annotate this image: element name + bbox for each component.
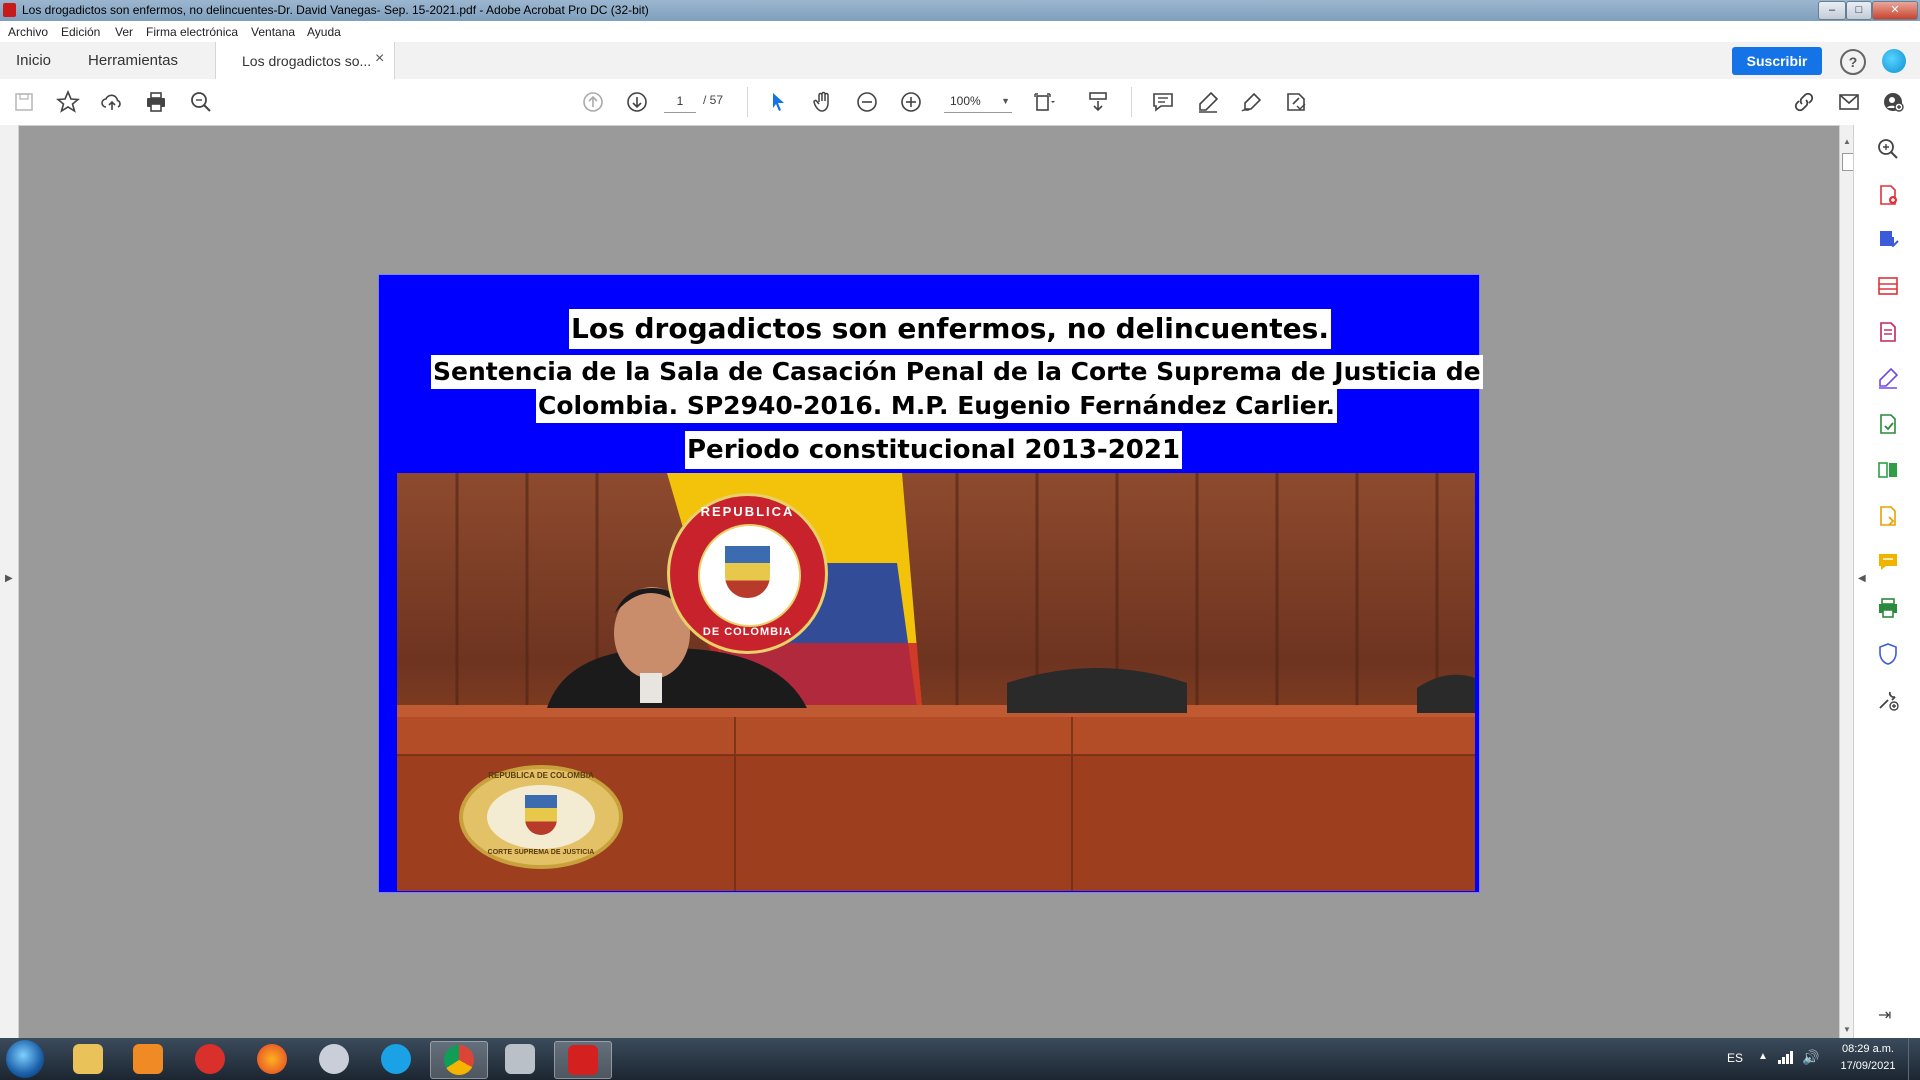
volume-icon[interactable]: 🔊 xyxy=(1802,1049,1819,1066)
save-icon[interactable] xyxy=(10,88,38,116)
zoom-out-icon[interactable] xyxy=(853,88,881,116)
chevron-down-icon: ▼ xyxy=(1001,96,1010,106)
tab-document[interactable]: Los drogadictos so... × xyxy=(215,42,395,79)
flag-seal-emblem: REPUBLICA DE COLOMBIA xyxy=(667,493,828,654)
compare-files-icon[interactable] xyxy=(1876,458,1900,482)
menu-ventana[interactable]: Ventana xyxy=(251,25,295,39)
cloud-upload-icon[interactable] xyxy=(98,88,126,116)
help-icon[interactable]: ? xyxy=(1840,49,1866,75)
acrobat-icon xyxy=(3,3,16,17)
subscribe-button[interactable]: Suscribir xyxy=(1732,47,1822,75)
more-tools-icon[interactable] xyxy=(1876,688,1900,712)
add-user-icon[interactable] xyxy=(1879,88,1907,116)
scroll-mode-icon[interactable] xyxy=(1084,88,1112,116)
flag-seal-text-top: REPUBLICA xyxy=(700,504,795,519)
hand-tool-icon[interactable] xyxy=(809,88,837,116)
menu-ver[interactable]: Ver xyxy=(115,25,133,39)
court-seal-text-top: REPUBLICA DE COLOMBIA xyxy=(488,771,594,780)
menu-ayuda[interactable]: Ayuda xyxy=(307,25,341,39)
taskbar-firefox[interactable] xyxy=(244,1041,300,1077)
export-pdf-icon[interactable] xyxy=(1876,228,1900,252)
send-for-signature-icon[interactable] xyxy=(1876,412,1900,436)
main-toolbar: 1 / 57 100% ▼ xyxy=(0,79,1920,126)
taskbar-explorer[interactable] xyxy=(60,1041,116,1077)
tab-close-icon[interactable]: × xyxy=(375,50,384,68)
menu-edicion[interactable]: Edición xyxy=(61,25,100,39)
menu-archivo[interactable]: Archivo xyxy=(8,25,48,39)
document-line-3: Colombia. SP2940-2016. M.P. Eugenio Fern… xyxy=(536,389,1338,423)
edit-pdf-icon[interactable] xyxy=(1876,320,1900,344)
comment-tool-icon[interactable] xyxy=(1876,550,1900,574)
scroll-down-icon[interactable]: ▼ xyxy=(1843,1025,1851,1034)
next-page-icon[interactable] xyxy=(623,88,651,116)
fit-page-icon[interactable] xyxy=(1030,88,1058,116)
windows-taskbar: ES ▲ 🔊 08:29 a.m. 17/09/2021 xyxy=(0,1038,1920,1080)
clock-date[interactable]: 17/09/2021 xyxy=(1832,1060,1904,1072)
taskbar-acrobat[interactable] xyxy=(554,1041,612,1079)
panel-collapse-arrow-icon[interactable]: ⇥ xyxy=(1878,1005,1891,1025)
zoom-level-value: 100% xyxy=(950,94,981,108)
link-icon[interactable] xyxy=(1790,88,1818,116)
maximize-button[interactable]: □ xyxy=(1846,1,1872,20)
taskbar-printer[interactable] xyxy=(492,1041,548,1077)
sign-icon[interactable] xyxy=(1238,88,1266,116)
taskbar-chrome[interactable] xyxy=(430,1041,488,1079)
court-seal-emblem: REPUBLICA DE COLOMBIA CORTE SUPREMA DE J… xyxy=(459,765,623,869)
previous-page-icon[interactable] xyxy=(579,88,607,116)
print-production-icon[interactable] xyxy=(1876,596,1900,620)
zoom-search-icon[interactable] xyxy=(1876,137,1900,161)
protect-shield-icon[interactable] xyxy=(1876,642,1900,666)
courtroom-photo: REPUBLICA DE COLOMBIA REPUBLICA DE COLOM… xyxy=(397,473,1475,891)
expand-left-panel-icon[interactable]: ▶ xyxy=(5,573,13,584)
menu-firma-electronica[interactable]: Firma electrónica xyxy=(146,25,238,39)
window-title: Los drogadictos son enfermos, no delincu… xyxy=(22,3,649,17)
language-indicator[interactable]: ES xyxy=(1727,1051,1743,1065)
vertical-scrollbar[interactable]: ▲ ▼ xyxy=(1839,125,1854,1038)
page-total: / 57 xyxy=(703,93,724,107)
flag-seal-text-bottom: DE COLOMBIA xyxy=(702,626,793,638)
taskbar-media-player[interactable] xyxy=(120,1041,176,1077)
combine-files-icon[interactable] xyxy=(1876,504,1900,528)
show-desktop-button[interactable] xyxy=(1908,1038,1920,1080)
tab-inicio[interactable]: Inicio xyxy=(16,52,51,69)
taskbar-tool[interactable] xyxy=(306,1041,362,1077)
start-button[interactable] xyxy=(6,1040,44,1078)
document-headline: Los drogadictos son enfermos, no delincu… xyxy=(569,309,1331,349)
account-avatar[interactable] xyxy=(1882,49,1906,73)
taskbar-downloader[interactable] xyxy=(182,1041,238,1077)
menu-bar: Archivo Edición Ver Firma electrónica Ve… xyxy=(0,21,1920,43)
collapse-right-panel-icon[interactable]: ◀ xyxy=(1858,573,1866,584)
clock-time[interactable]: 08:29 a.m. xyxy=(1832,1043,1904,1055)
share-edit-icon[interactable] xyxy=(1282,88,1310,116)
print-icon[interactable] xyxy=(142,88,170,116)
search-zoom-icon[interactable] xyxy=(187,88,215,116)
window-title-bar: Los drogadictos son enfermos, no delincu… xyxy=(0,0,1920,21)
highlight-pen-icon[interactable] xyxy=(1194,88,1222,116)
create-pdf-icon[interactable] xyxy=(1876,183,1900,207)
taskbar-skype[interactable] xyxy=(368,1041,424,1077)
star-icon[interactable] xyxy=(54,88,82,116)
right-tools-panel: ◀ ⇥ xyxy=(1853,125,1920,1038)
document-line-2: Sentencia de la Sala de Casación Penal d… xyxy=(431,355,1483,389)
left-navigation-strip: ▶ xyxy=(0,125,19,1038)
tab-document-label: Los drogadictos so... xyxy=(242,53,372,69)
scroll-up-icon[interactable]: ▲ xyxy=(1843,137,1851,146)
close-window-button[interactable]: ✕ xyxy=(1872,1,1918,20)
zoom-level-select[interactable]: 100% ▼ xyxy=(944,90,1012,113)
email-icon[interactable] xyxy=(1835,88,1863,116)
court-seal-text-bottom: CORTE SUPREMA DE JUSTICIA xyxy=(487,849,595,856)
pdf-page: Los drogadictos son enfermos, no delincu… xyxy=(378,274,1483,893)
tray-expand-icon[interactable]: ▲ xyxy=(1758,1051,1768,1062)
comment-icon[interactable] xyxy=(1149,88,1177,116)
tab-herramientas[interactable]: Herramientas xyxy=(88,52,178,69)
minimize-button[interactable]: – xyxy=(1818,1,1846,20)
tab-bar: Inicio Herramientas Los drogadictos so..… xyxy=(0,42,1920,80)
fill-sign-icon[interactable] xyxy=(1876,366,1900,390)
organize-pages-icon[interactable] xyxy=(1876,274,1900,298)
zoom-in-icon[interactable] xyxy=(897,88,925,116)
network-icon[interactable] xyxy=(1778,1050,1794,1064)
select-arrow-icon[interactable] xyxy=(764,88,792,116)
document-line-4: Periodo constitucional 2013-2021 xyxy=(685,431,1183,469)
page-number-input[interactable]: 1 xyxy=(664,90,696,113)
